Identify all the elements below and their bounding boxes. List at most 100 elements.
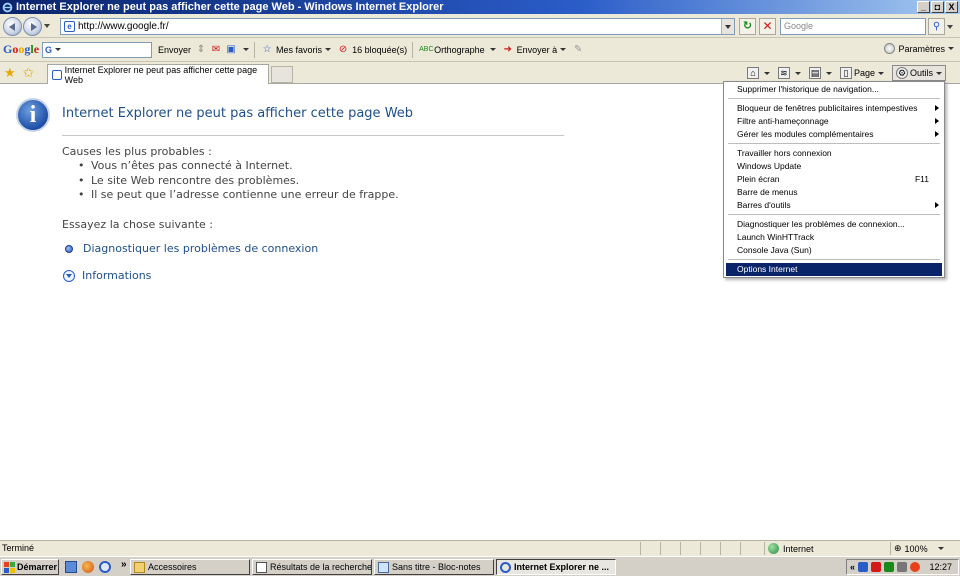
menu-item-fullscreen[interactable]: Plein écran F11 [724,173,944,186]
maximize-button[interactable]: ◘ [931,1,944,13]
quicklaunch-more-icon[interactable]: » [121,559,127,570]
favorites-button[interactable]: ☆ Mes favoris [261,43,332,56]
address-dropdown-icon[interactable] [721,19,734,34]
settings-icon [884,43,896,54]
tools-menu-button[interactable]: ⚙ Outils [891,65,946,81]
show-desktop-icon[interactable] [65,561,77,573]
taskbar-button-notepad[interactable]: Sans titre - Bloc-notes [374,559,494,575]
rss-icon: ≋ [777,67,790,79]
printer-icon: ▤ [808,67,821,79]
start-button[interactable]: Démarrer [1,559,59,575]
status-text: Terminé [2,543,35,553]
home-button[interactable]: ⌂ [746,67,770,79]
minimize-button[interactable]: _ [917,1,930,13]
menu-item-work-offline[interactable]: Travailler hors connexion [724,147,944,160]
tab-current[interactable]: Internet Explorer ne peut pas afficher c… [47,64,269,85]
favorites-center-icon[interactable]: ★ [4,66,16,79]
spelling-button[interactable]: ABC Orthographe [419,44,496,56]
menu-item-phishing-filter[interactable]: Filtre anti-hameçonnage [724,115,944,128]
page-icon: ▯ [839,67,852,79]
search-button[interactable]: ⚲ [928,18,945,35]
stop-button[interactable]: ✕ [759,18,776,35]
search-input[interactable]: Google [780,18,926,35]
print-button[interactable]: ▤ [808,67,832,79]
shield-icon[interactable] [884,562,895,572]
tab-label: Internet Explorer ne peut pas afficher c… [64,64,258,85]
google-logo: Google [3,42,40,56]
spellcheck-icon: ABC [419,45,434,53]
causes-list: Vous n’êtes pas connecté à Internet. Le … [78,159,399,203]
menu-item-menu-bar[interactable]: Barre de menus [724,186,944,199]
clock[interactable]: 12:27 [929,562,952,572]
notepad-icon [378,561,389,573]
command-bar: ⌂ ≋ ▤ ▯ Page ⚙ Outils [739,65,946,81]
new-tab-button[interactable] [271,66,293,83]
close-button[interactable]: X [945,1,958,13]
popups-blocked-button[interactable]: ⊘ 16 bloquée(s) [337,44,407,56]
more-info-link[interactable]: Informations [82,269,151,282]
volume-icon[interactable] [897,562,908,572]
info-icon: i [16,98,50,132]
divider [62,135,564,136]
taskbar-button-search-results[interactable]: Résultats de la recherche [252,559,372,575]
shortcut-label: F11 [914,174,929,184]
magnifier-icon: ⊕ [894,543,902,553]
system-tray: « 12:27 [846,559,959,575]
add-favorite-icon[interactable]: ✩ [23,66,34,79]
folder-icon [134,561,145,573]
tray-expand-icon[interactable]: « [850,562,855,572]
search-window-icon [256,561,267,573]
list-item: Le site Web rencontre des problèmes. [78,174,399,189]
causes-heading: Causes les plus probables : [62,145,212,158]
network-icon[interactable] [858,562,869,572]
windows-logo-icon [4,561,15,573]
menu-item-diagnose[interactable]: Diagnostiquer les problèmes de connexion… [724,218,944,231]
forward-button[interactable] [23,17,42,36]
antivirus-icon[interactable] [871,562,882,572]
ie-icon [500,561,511,573]
google-send-button[interactable]: Envoyer ⇕ ✉ ▣ [158,44,250,56]
ie-quicklaunch-icon[interactable] [99,561,111,573]
list-item: Vous n’êtes pas connecté à Internet. [78,159,399,174]
google-search-input[interactable]: G [42,41,153,58]
history-dropdown-icon[interactable] [44,24,50,28]
menu-item-toolbars[interactable]: Barres d'outils [724,199,944,212]
send-arrow-icon: ➜ [503,43,512,55]
send-to-button[interactable]: ➜ Envoyer à [502,44,567,56]
gear-icon: ⚙ [895,67,908,79]
firefox-icon[interactable] [82,561,94,573]
globe-icon [768,543,779,554]
menu-item-winhttrack[interactable]: Launch WinHTTrack [724,231,944,244]
refresh-button[interactable]: ↻ [739,18,756,35]
taskbar-button-accessories[interactable]: Accessoires [130,559,250,575]
menu-item-delete-history[interactable]: Supprimer l'historique de navigation... [724,83,944,96]
expand-chevron-icon[interactable] [63,270,75,282]
address-input[interactable]: e http://www.google.fr/ [60,18,735,35]
bullet-icon [65,245,73,253]
address-url: http://www.google.fr/ [78,21,169,32]
status-bar: Terminé Internet ⊕ 100% [0,540,960,556]
menu-item-internet-options[interactable]: Options Internet [726,263,942,276]
google-settings-button[interactable]: Paramètres [884,43,954,54]
zoom-control[interactable]: ⊕ 100% [894,543,944,554]
page-icon: e [64,21,75,32]
page-title: Internet Explorer ne peut pas afficher c… [62,106,414,121]
security-zone[interactable]: Internet [768,543,814,554]
menu-item-manage-addons[interactable]: Gérer les modules complémentaires [724,128,944,141]
menu-item-popup-blocker[interactable]: Bloqueur de fenêtres publicitaires intem… [724,102,944,115]
taskbar-button-ie[interactable]: Internet Explorer ne ... [496,559,616,575]
menu-item-windows-update[interactable]: Windows Update [724,160,944,173]
update-icon[interactable] [910,562,921,572]
window-title-bar[interactable]: Internet Explorer ne peut pas afficher c… [0,0,960,14]
google-g-icon: G [45,44,53,55]
submenu-arrow-icon [935,202,939,208]
highlight-icon[interactable]: ✎ [572,44,584,56]
menu-item-java-console[interactable]: Console Java (Sun) [724,244,944,257]
diagnose-link[interactable]: Diagnostiquer les problèmes de connexion [83,242,318,255]
star-icon: ☆ [262,43,272,55]
tools-menu: Supprimer l'historique de navigation... … [723,81,945,278]
feeds-button[interactable]: ≋ [777,67,801,79]
page-menu-button[interactable]: ▯ Page [839,67,884,79]
back-button[interactable] [3,17,22,36]
search-options-icon[interactable] [947,25,953,29]
